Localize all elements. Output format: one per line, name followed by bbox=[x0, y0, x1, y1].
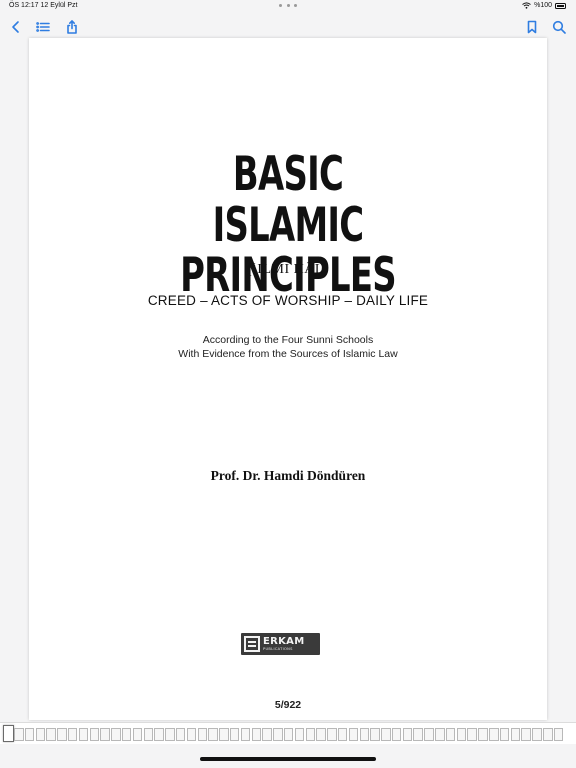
page-thumbnail[interactable] bbox=[132, 728, 143, 741]
page-thumbnail[interactable] bbox=[489, 728, 499, 741]
document-page[interactable]: BASIC ISLAMIC PRINCIPLES (ʿILMI ḤĀL) CRE… bbox=[29, 38, 547, 720]
page-thumbnail[interactable] bbox=[14, 728, 24, 741]
table-of-contents-button[interactable] bbox=[35, 19, 51, 35]
page-thumbnail[interactable] bbox=[273, 728, 283, 741]
page-thumbnail[interactable] bbox=[478, 728, 488, 741]
page-thumbnail[interactable] bbox=[78, 728, 89, 741]
page-thumbnail[interactable] bbox=[175, 728, 186, 741]
page-thumbnail[interactable] bbox=[510, 728, 521, 741]
publisher-sub: PUBLICATIONS bbox=[263, 646, 293, 651]
share-icon bbox=[67, 20, 77, 34]
chevron-left-icon bbox=[12, 21, 19, 33]
page-thumbnail[interactable] bbox=[553, 728, 564, 741]
page-thumbnail[interactable] bbox=[467, 728, 477, 741]
page-thumbnail[interactable] bbox=[337, 728, 348, 741]
page-thumbnail[interactable] bbox=[402, 728, 413, 741]
publisher-mark-icon bbox=[244, 636, 260, 652]
list-icon bbox=[36, 22, 50, 32]
page-thumbnail-strip[interactable] bbox=[0, 722, 576, 744]
status-time-date: ÖS 12:17 12 Eylül Pzt bbox=[9, 2, 78, 9]
page-thumbnail[interactable] bbox=[413, 728, 423, 741]
page-thumbnail[interactable] bbox=[67, 728, 78, 741]
bookmark-icon bbox=[527, 20, 537, 34]
page-thumbnail[interactable] bbox=[35, 728, 46, 741]
page-thumbnail[interactable] bbox=[294, 728, 305, 741]
page-thumbnail[interactable] bbox=[251, 728, 262, 741]
book-description-line-1: According to the Four Sunni Schools bbox=[202, 334, 374, 346]
page-thumbnail[interactable] bbox=[111, 728, 121, 741]
book-title-line-1: BASIC bbox=[232, 147, 344, 202]
battery-icon bbox=[555, 2, 566, 9]
page-thumbnail[interactable] bbox=[229, 728, 240, 741]
page-thumbnail[interactable] bbox=[521, 728, 531, 741]
page-thumbnail[interactable] bbox=[208, 728, 218, 741]
page-thumbnail[interactable] bbox=[499, 728, 510, 741]
book-description-line-2: With Evidence from the Sources of Islami… bbox=[178, 348, 398, 360]
page-thumbnail[interactable] bbox=[283, 728, 294, 741]
page-number-indicator: 5/922 bbox=[274, 699, 302, 711]
page-thumbnail[interactable] bbox=[89, 728, 100, 741]
page-thumbnail[interactable] bbox=[424, 728, 434, 741]
page-thumbnail[interactable] bbox=[57, 728, 67, 741]
page-thumbnail[interactable] bbox=[359, 728, 369, 741]
thumbnail-list[interactable] bbox=[14, 728, 564, 741]
page-thumbnail[interactable] bbox=[532, 728, 542, 741]
current-page-thumbnail[interactable] bbox=[3, 725, 14, 742]
page-thumbnail[interactable] bbox=[219, 728, 229, 741]
battery-percent: %100 bbox=[534, 2, 552, 9]
publisher-logo-text: ERKAM PUBLICATIONS bbox=[263, 635, 305, 652]
pdf-reader-screen: ÖS 12:17 12 Eylül Pzt %100 BASIC ISLAMIC… bbox=[0, 0, 576, 768]
book-title-line-2: ISLAMIC PRINCIPLES bbox=[180, 198, 397, 303]
page-thumbnail[interactable] bbox=[327, 728, 337, 741]
page-thumbnail[interactable] bbox=[348, 728, 359, 741]
page-thumbnail[interactable] bbox=[24, 728, 35, 741]
book-author: Prof. Dr. Hamdi Döndüren bbox=[210, 468, 366, 483]
book-title-transliteration: (ʿILMI ḤĀL) bbox=[246, 262, 330, 277]
page-thumbnail[interactable] bbox=[100, 728, 110, 741]
publisher-name: ERKAM bbox=[263, 635, 305, 647]
page-thumbnail[interactable] bbox=[46, 728, 56, 741]
share-button[interactable] bbox=[64, 19, 80, 35]
page-thumbnail[interactable] bbox=[543, 728, 553, 741]
book-subtitle: CREED – ACTS OF WORSHIP – DAILY LIFE bbox=[147, 293, 429, 308]
page-thumbnail[interactable] bbox=[456, 728, 467, 741]
page-thumbnail[interactable] bbox=[381, 728, 391, 741]
page-thumbnail[interactable] bbox=[154, 728, 164, 741]
page-thumbnail[interactable] bbox=[165, 728, 175, 741]
page-thumbnail[interactable] bbox=[197, 728, 208, 741]
publisher-logo: ERKAM PUBLICATIONS bbox=[241, 633, 320, 655]
page-thumbnail[interactable] bbox=[305, 728, 316, 741]
page-thumbnail[interactable] bbox=[316, 728, 326, 741]
page-thumbnail[interactable] bbox=[143, 728, 154, 741]
home-indicator[interactable] bbox=[200, 757, 376, 761]
status-right: %100 bbox=[522, 2, 566, 9]
page-thumbnail[interactable] bbox=[121, 728, 132, 741]
search-button[interactable] bbox=[551, 19, 567, 35]
page-thumbnail[interactable] bbox=[391, 728, 402, 741]
page-thumbnail[interactable] bbox=[240, 728, 251, 741]
wifi-icon bbox=[522, 2, 531, 9]
multitasking-dots-icon[interactable] bbox=[279, 4, 297, 8]
back-button[interactable] bbox=[8, 19, 24, 35]
search-icon bbox=[552, 20, 566, 34]
page-thumbnail[interactable] bbox=[262, 728, 272, 741]
page-thumbnail[interactable] bbox=[435, 728, 445, 741]
page-thumbnail[interactable] bbox=[445, 728, 456, 741]
bookmark-button[interactable] bbox=[524, 19, 540, 35]
page-thumbnail[interactable] bbox=[370, 728, 380, 741]
page-thumbnail[interactable] bbox=[186, 728, 197, 741]
